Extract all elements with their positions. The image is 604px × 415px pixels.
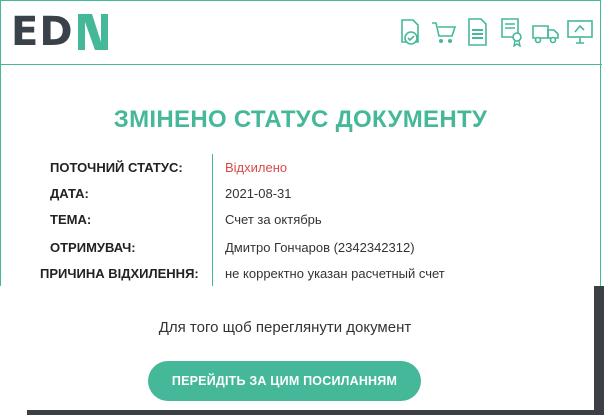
edin-logo: ED	[11, 9, 108, 55]
document-check-icon	[396, 17, 424, 47]
logo-n-mark	[77, 14, 108, 50]
monitor-icon	[566, 17, 594, 47]
field-label: ДАТА:	[50, 186, 89, 201]
cart-icon	[430, 17, 458, 47]
bottom-shadow	[27, 410, 604, 415]
view-document-hint: Для того щоб переглянути документ	[158, 319, 412, 336]
status-value: Відхилено	[225, 160, 288, 175]
recipient-value: Дмитро Гончаров (2342342312)	[225, 240, 415, 255]
field-label: ОТРИМУВАЧ:	[50, 240, 136, 255]
field-label: ПРИЧИНА ВІДХИЛЕННЯ:	[40, 266, 199, 281]
truck-icon	[532, 17, 560, 47]
certificate-icon	[498, 17, 526, 48]
field-label: ПОТОЧНИЙ СТАТУС:	[50, 160, 183, 175]
open-document-button[interactable]: ПЕРЕЙДІТЬ ЗА ЦИМ ПОСИЛАННЯМ	[148, 361, 421, 401]
invoice-icon	[464, 17, 492, 47]
header: ED	[1, 1, 602, 65]
field-subject: ТЕМА: Счет за октябрь	[0, 206, 520, 232]
field-date: ДАТА: 2021-08-31	[0, 180, 520, 206]
field-reason: ПРИЧИНА ВІДХИЛЕННЯ: не корректно указан …	[0, 260, 520, 286]
logo-text: ED	[11, 9, 74, 55]
header-icons	[396, 17, 594, 48]
reason-value: не корректно указан расчетный счет	[225, 266, 445, 281]
field-label: ТЕМА:	[50, 212, 92, 227]
page-title: ЗМІНЕНО СТАТУС ДОКУМЕНТУ	[113, 106, 488, 133]
date-value: 2021-08-31	[225, 186, 292, 201]
subject-value: Счет за октябрь	[225, 212, 322, 227]
side-shadow	[594, 286, 604, 415]
field-recipient: ОТРИМУВАЧ: Дмитро Гончаров (2342342312)	[0, 234, 520, 260]
field-status: ПОТОЧНИЙ СТАТУС: Відхилено	[0, 154, 520, 180]
